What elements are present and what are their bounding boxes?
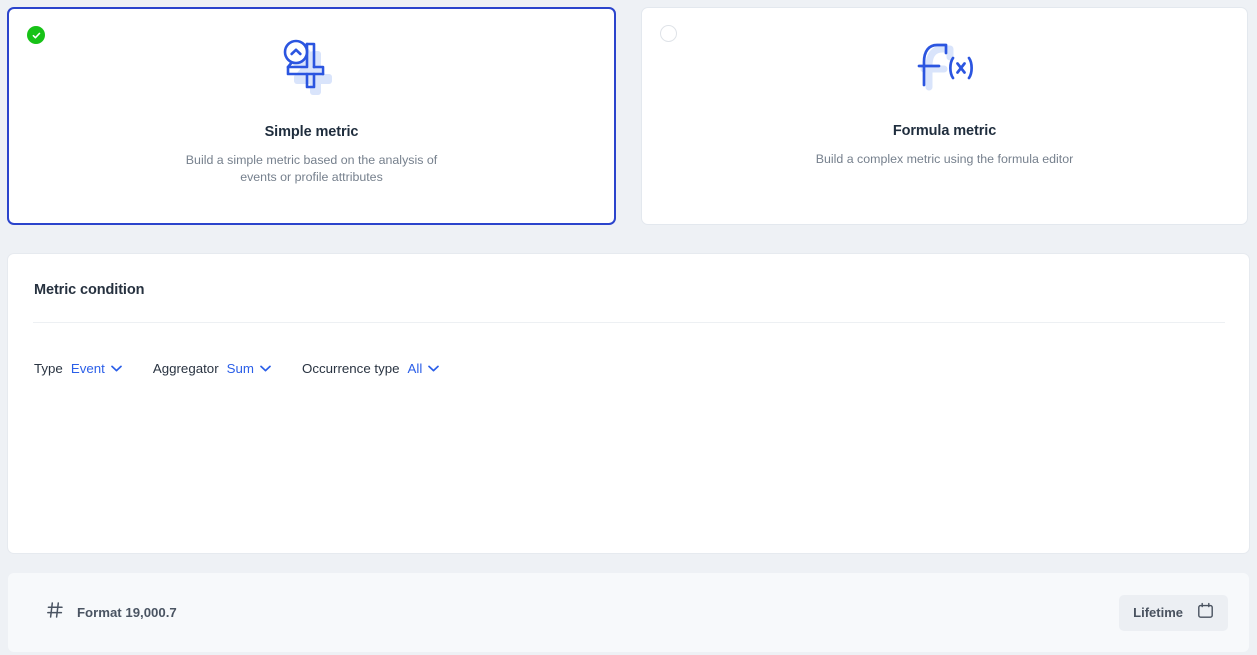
metric-type-cards: Simple metric Build a simple metric base…	[0, 0, 1257, 232]
calendar-icon	[1197, 602, 1214, 624]
empty-radio-icon	[660, 25, 677, 42]
selector-aggregator-label: Aggregator	[153, 361, 219, 376]
selector-occurrence-type[interactable]: Occurrence type All	[302, 361, 439, 376]
green-check-badge-icon	[27, 26, 45, 44]
card-description: Build a simple metric based on the analy…	[167, 152, 457, 186]
simple-metric-selected-marker[interactable]	[27, 26, 44, 43]
selector-aggregator-value[interactable]: Sum	[227, 361, 254, 376]
card-title: Formula metric	[893, 123, 996, 139]
function-fx-icon	[912, 36, 978, 102]
selector-type-label: Type	[34, 361, 63, 376]
format-label: Format 19,000.7	[77, 605, 177, 620]
card-description: Build a complex metric using the formula…	[816, 151, 1074, 168]
card-title: Simple metric	[265, 124, 359, 140]
date-range-label: Lifetime	[1133, 605, 1183, 620]
chevron-down-icon[interactable]	[260, 365, 271, 372]
metric-type-card-simple[interactable]: Simple metric Build a simple metric base…	[7, 7, 616, 225]
chevron-down-icon[interactable]	[111, 365, 122, 372]
selector-occurrence-value[interactable]: All	[408, 361, 423, 376]
date-range-button[interactable]: Lifetime	[1119, 595, 1228, 631]
selector-type[interactable]: Type Event	[34, 361, 122, 376]
number-four-chevron-icon	[279, 37, 345, 103]
page-title: Metric condition	[34, 282, 144, 298]
metric-condition-panel: Metric condition Type Event Aggregator S…	[7, 253, 1250, 554]
panel-divider	[33, 322, 1225, 323]
check-icon	[31, 30, 42, 41]
chevron-down-icon[interactable]	[428, 365, 439, 372]
format-button[interactable]: Format 19,000.7	[46, 601, 177, 624]
hash-icon	[46, 601, 64, 624]
formula-metric-radio[interactable]	[660, 25, 677, 42]
footer-bar: Format 19,000.7 Lifetime	[7, 572, 1250, 653]
selector-type-value[interactable]: Event	[71, 361, 105, 376]
metric-builder-page: Simple metric Build a simple metric base…	[0, 0, 1257, 655]
metric-type-card-formula[interactable]: Formula metric Build a complex metric us…	[641, 7, 1248, 225]
condition-selectors: Type Event Aggregator Sum Occurrence typ…	[34, 361, 470, 376]
selector-occurrence-label: Occurrence type	[302, 361, 400, 376]
selector-aggregator[interactable]: Aggregator Sum	[153, 361, 271, 376]
